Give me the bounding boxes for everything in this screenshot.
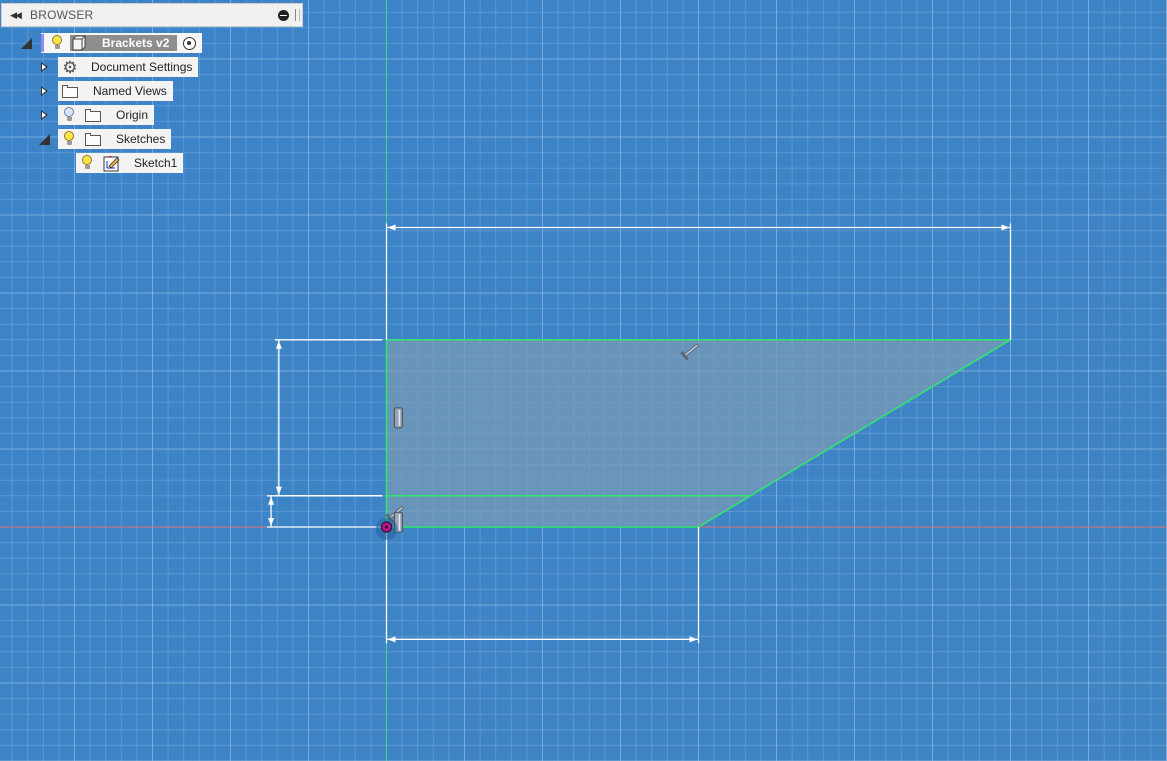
- constraint-glyph-body: [393, 407, 404, 429]
- panel-resize-grip[interactable]: [295, 9, 300, 21]
- tree-item-label: Sketches: [116, 132, 166, 146]
- expand-triangle-icon[interactable]: [38, 85, 50, 97]
- tree-item-sketch1[interactable]: Sketch1: [76, 153, 184, 173]
- folder-icon: [61, 82, 79, 100]
- lightbulb-on-icon[interactable]: [60, 130, 78, 148]
- tree-item-origin[interactable]: Origin: [58, 105, 155, 125]
- active-marker: [41, 34, 44, 52]
- tree-item-label: Named Views: [93, 84, 167, 98]
- double-left-arrow-icon[interactable]: ◀◀: [8, 8, 22, 22]
- origin-point-center: [384, 525, 389, 529]
- origin-point-icon[interactable]: [375, 518, 398, 540]
- tree-node-sketch1: Sketch1: [76, 153, 184, 173]
- tree-node-named-views: Named Views: [38, 81, 173, 101]
- lightbulb-on-icon[interactable]: [78, 154, 96, 172]
- browser-panel-header: ◀◀ BROWSER: [1, 3, 303, 27]
- folder-icon: [84, 106, 102, 124]
- design-canvas[interactable]: [0, 0, 1167, 761]
- minus-circle-icon[interactable]: [278, 9, 289, 21]
- browser-title: BROWSER: [30, 8, 94, 22]
- gear-icon: ⚙: [62, 57, 78, 77]
- collapse-triangle-icon[interactable]: [38, 133, 50, 145]
- tree-item-label: Sketch1: [134, 156, 178, 170]
- activate-radio-icon[interactable]: [183, 36, 197, 50]
- tree-item-label: Origin: [116, 108, 149, 122]
- tree-node-root: Brackets v2: [20, 33, 203, 53]
- root-label: Brackets v2: [102, 36, 170, 50]
- expand-triangle-icon[interactable]: [38, 61, 50, 73]
- lightbulb-on-icon[interactable]: [48, 34, 66, 52]
- tree-node-origin: Origin: [38, 105, 155, 125]
- folder-icon: [84, 130, 102, 148]
- lightbulb-off-icon[interactable]: [60, 106, 78, 124]
- tree-item-document-settings[interactable]: ⚙ Document Settings: [58, 57, 199, 77]
- tree-node-sketches: Sketches: [38, 129, 172, 149]
- tree-node-document-settings: ⚙ Document Settings: [38, 57, 199, 77]
- collapse-triangle-icon[interactable]: [20, 37, 32, 49]
- expand-triangle-icon[interactable]: [38, 109, 50, 121]
- sketch-icon: [102, 154, 120, 172]
- vertical-constraint-icon[interactable]: [393, 407, 404, 429]
- tree-item-sketches[interactable]: Sketches: [58, 129, 172, 149]
- tree-item-label: Document Settings: [91, 60, 193, 74]
- root-component[interactable]: Brackets v2: [41, 33, 203, 53]
- component-cube-icon: [70, 34, 86, 52]
- tree-item-named-views[interactable]: Named Views: [58, 81, 173, 101]
